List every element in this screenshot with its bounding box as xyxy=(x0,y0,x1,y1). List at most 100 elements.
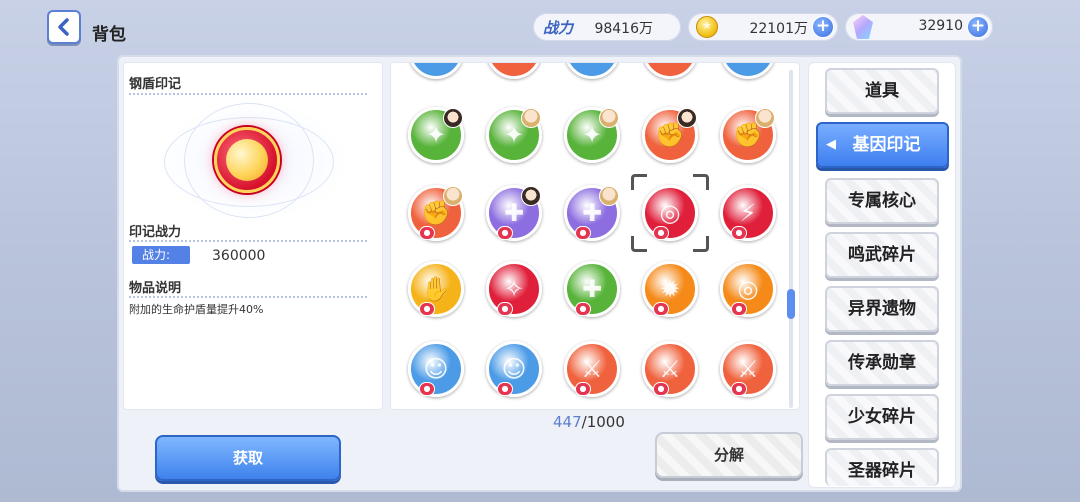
inventory-slot[interactable]: ✊ xyxy=(638,103,702,167)
tab-label: 道具 xyxy=(865,81,899,101)
claw-icon: ⚡ xyxy=(739,199,757,227)
power-tag: 战力: xyxy=(132,246,190,264)
tab-label: 异界遗物 xyxy=(848,299,916,319)
tab-label: 圣器碎片 xyxy=(848,461,916,481)
tab-2[interactable]: 专属核心 xyxy=(825,178,939,224)
count-current: 447 xyxy=(553,413,582,431)
gene-badge-icon: ● xyxy=(575,302,591,316)
decompose-button[interactable]: 分解 xyxy=(655,432,803,478)
inventory-slot-partial[interactable] xyxy=(560,63,624,83)
power-icon: 战力 xyxy=(542,18,573,37)
gene-badge-icon: ● xyxy=(497,382,513,396)
gun-icon: ✦ xyxy=(581,121,603,149)
tab-label: 少女碎片 xyxy=(848,407,916,427)
inventory-slot[interactable]: ✧ ● xyxy=(482,257,546,321)
inventory-slot[interactable]: ✋ ● xyxy=(404,257,468,321)
scrollbar-track[interactable] xyxy=(789,70,793,408)
tab-4[interactable]: 异界遗物 xyxy=(825,286,939,332)
inventory-slot[interactable]: ☺ ● xyxy=(404,337,468,401)
character-avatar-icon xyxy=(677,108,697,128)
desc-section-label: 物品说明 xyxy=(129,281,182,296)
shield-imprint-icon xyxy=(214,127,280,193)
gem-icon xyxy=(853,15,873,39)
gun-icon: ✦ xyxy=(503,121,525,149)
gene-badge-icon: ● xyxy=(653,382,669,396)
inventory-slot[interactable]: ☺ ● xyxy=(482,337,546,401)
paw-icon: ✋ xyxy=(421,275,451,303)
tab-3[interactable]: 鸣武碎片 xyxy=(825,232,939,278)
gems-value: 32910 xyxy=(918,18,963,34)
gene-badge-icon: ● xyxy=(731,382,747,396)
inventory-slot-partial[interactable] xyxy=(482,63,546,83)
ghost-icon: ☺ xyxy=(423,355,449,383)
heal-shield-icon: ✚ xyxy=(581,275,603,303)
inventory-slot[interactable]: ✦ xyxy=(482,103,546,167)
inventory-slot[interactable]: ✚ ● xyxy=(482,181,546,245)
tab-5[interactable]: 传承勋章 xyxy=(825,340,939,386)
character-avatar-icon xyxy=(443,186,463,206)
tab-label: 基因印记 xyxy=(852,135,921,155)
coins-pill: 22101万 + xyxy=(688,13,838,41)
blade-icon: ⚔ xyxy=(737,355,759,383)
character-avatar-icon xyxy=(521,108,541,128)
burst-icon: ✹ xyxy=(659,275,681,303)
inventory-slot[interactable]: ⚔ ● xyxy=(638,337,702,401)
inventory-slot[interactable]: ✊ xyxy=(716,103,780,167)
tab-label: 鸣武碎片 xyxy=(848,245,916,265)
page-title: 背包 xyxy=(92,25,126,45)
inventory-slot-partial[interactable] xyxy=(404,63,468,83)
inventory-slot-partial[interactable] xyxy=(716,63,780,83)
gene-badge-icon: ● xyxy=(419,226,435,240)
item-description: 附加的生命护盾量提升40% xyxy=(129,303,264,316)
back-button[interactable] xyxy=(47,10,81,44)
gene-badge-icon: ● xyxy=(497,226,513,240)
coin-icon xyxy=(696,16,718,38)
medic-cross-icon: ✚ xyxy=(503,199,525,227)
gene-badge-icon: ● xyxy=(419,382,435,396)
tab-label: 专属核心 xyxy=(848,191,916,211)
coins-value: 22101万 xyxy=(749,21,808,37)
scrollbar-thumb[interactable] xyxy=(787,289,795,319)
inventory-grid[interactable]: ✦ ✦ ✦ ✊ ✊ ✊ ● ✚ ● ✚ ● ◎ ● ⚡ ● ✋ ● ✧ ● ✚ ● ✹ ● ◎ ● ☺ ● ☺ ● ⚔ ● ⚔ ● ⚔ ● xyxy=(390,62,800,410)
tab-1[interactable]: ◀ 基因印记 xyxy=(816,122,949,168)
inventory-slot[interactable]: ✦ xyxy=(404,103,468,167)
inventory-slot[interactable]: ✊ ● xyxy=(404,181,468,245)
blade-icon: ⚔ xyxy=(581,355,603,383)
item-name: 钢盾印记 xyxy=(129,77,182,92)
gene-badge-icon: ● xyxy=(575,382,591,396)
shield-imprint-icon: ◎ xyxy=(737,275,759,303)
get-button[interactable]: 获取 xyxy=(155,435,341,481)
gun-icon: ✦ xyxy=(425,121,447,149)
item-power-value: 360000 xyxy=(212,248,266,264)
inventory-slot-partial[interactable] xyxy=(638,63,702,83)
tab-7[interactable]: 圣器碎片 xyxy=(825,448,939,486)
power-section-label: 印记战力 xyxy=(129,225,182,240)
inventory-slot[interactable]: ◎ ● xyxy=(716,257,780,321)
gems-pill: 32910 + xyxy=(845,13,993,41)
tab-0[interactable]: 道具 xyxy=(825,68,939,114)
blade-icon: ⚔ xyxy=(659,355,681,383)
add-gems-button[interactable]: + xyxy=(967,16,989,38)
character-avatar-icon xyxy=(599,186,619,206)
inventory-slot[interactable]: ✚ ● xyxy=(560,257,624,321)
selection-frame xyxy=(631,174,709,252)
feather-icon: ✧ xyxy=(503,275,525,303)
tab-6[interactable]: 少女碎片 xyxy=(825,394,939,440)
inventory-slot[interactable]: ✚ ● xyxy=(560,181,624,245)
divider xyxy=(129,93,367,95)
character-avatar-icon xyxy=(521,186,541,206)
item-detail-panel: 钢盾印记 印记战力 战力: 360000 物品说明 附加的生命护盾量提升40% xyxy=(123,62,383,410)
chevron-left-icon xyxy=(58,18,69,36)
inventory-slot[interactable]: ✹ ● xyxy=(638,257,702,321)
inventory-slot[interactable]: ✦ xyxy=(560,103,624,167)
inventory-slot[interactable]: ⚔ ● xyxy=(716,337,780,401)
inventory-slot[interactable]: ⚔ ● xyxy=(560,337,624,401)
gene-badge-icon: ● xyxy=(575,226,591,240)
inventory-slot[interactable]: ⚡ ● xyxy=(716,181,780,245)
gene-badge-icon: ● xyxy=(731,226,747,240)
add-coins-button[interactable]: + xyxy=(812,16,834,38)
caret-left-icon: ◀ xyxy=(826,137,836,152)
gene-badge-icon: ● xyxy=(419,302,435,316)
character-avatar-icon xyxy=(599,108,619,128)
divider xyxy=(129,296,367,298)
